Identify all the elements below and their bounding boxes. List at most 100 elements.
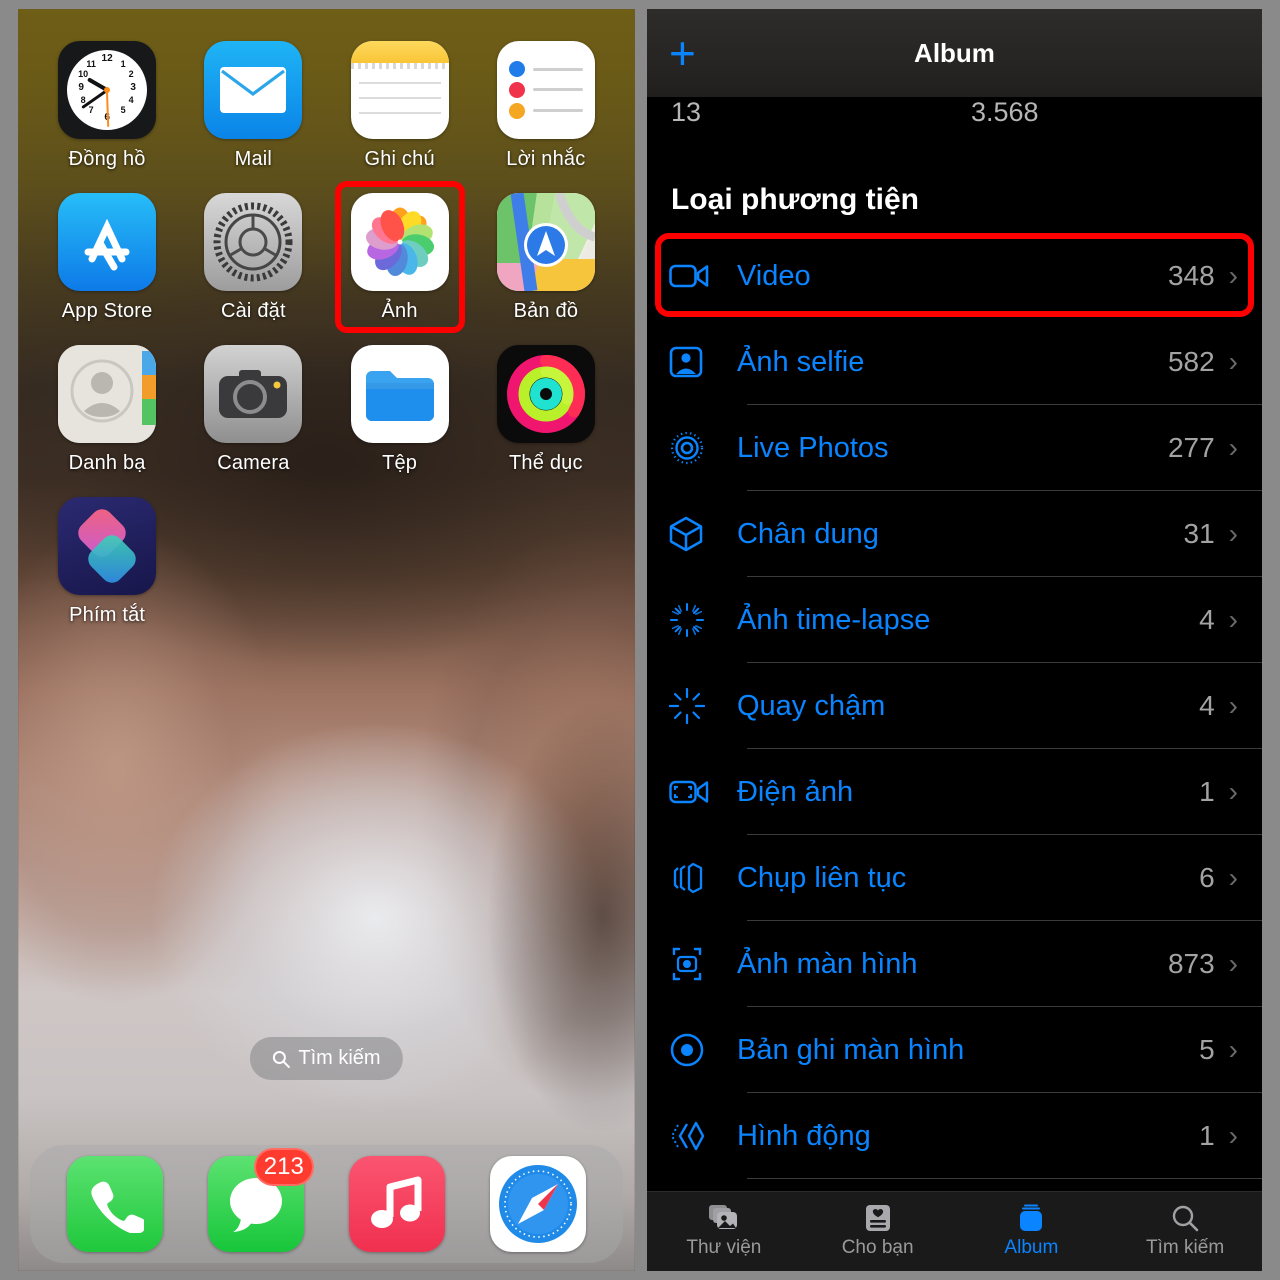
albums-icon — [1020, 1204, 1043, 1231]
add-album-button[interactable]: + — [669, 30, 696, 76]
media-type-row-slomo[interactable]: Quay chậm 4 › — [647, 663, 1262, 749]
partial-count-left: 13 — [670, 97, 702, 127]
mail-icon — [204, 41, 303, 139]
media-type-row-screen-recordings[interactable]: Bản ghi màn hình 5 › — [647, 1007, 1262, 1093]
media-type-label: Live Photos — [736, 431, 889, 464]
screen-recording-icon — [669, 1032, 725, 1068]
album-scroll-area[interactable]: 13 3.568 Loại phương tiện Video 348 › Ản… — [646, 97, 1262, 1191]
music-note-icon — [349, 1156, 446, 1252]
app-label: Bản đồ — [513, 300, 579, 322]
tab-label: Thư viện — [686, 1237, 762, 1258]
tab-library[interactable]: Thư viện — [647, 1192, 801, 1271]
media-type-count: 1 — [1199, 776, 1215, 807]
media-type-label: Quay chậm — [736, 689, 886, 722]
app-contacts[interactable]: Danh bạ — [34, 345, 180, 475]
chevron-right-icon: › — [1228, 1034, 1238, 1065]
video-row-wrapper: Video 348 › — [647, 233, 1262, 319]
app-fitness[interactable]: Thể dục — [473, 345, 619, 475]
media-type-label: Điện ảnh — [736, 775, 854, 808]
media-type-count: 31 — [1183, 518, 1215, 549]
maps-icon — [496, 193, 595, 291]
contacts-icon — [58, 345, 157, 443]
chevron-right-icon: › — [1228, 776, 1238, 807]
portrait-cube-icon — [669, 516, 725, 552]
media-type-count: 5 — [1199, 1034, 1215, 1065]
media-type-label: Chân dung — [736, 517, 879, 550]
app-camera[interactable]: Camera — [180, 345, 326, 475]
photos-app-screen: + Album 13 3.568 Loại phương tiện Video … — [646, 9, 1262, 1271]
app-label: Đồng hồ — [68, 148, 146, 170]
files-folder-icon — [350, 345, 449, 443]
media-type-row-timelapse[interactable]: Ảnh time-lapse 4 › — [647, 577, 1262, 663]
selfie-person-icon — [669, 345, 725, 379]
media-type-label: Ảnh time-lapse — [736, 603, 931, 636]
media-type-row-live-photos[interactable]: Live Photos 277 › — [647, 405, 1262, 491]
media-type-row-video[interactable]: Video 348 › — [647, 233, 1262, 319]
app-clock[interactable]: 12 9 3 6 11 1 10 2 8 4 7 5 — [34, 41, 180, 171]
tab-label: Album — [1004, 1237, 1059, 1258]
media-type-row-selfie[interactable]: Ảnh selfie 582 › — [647, 319, 1262, 405]
media-type-count: 873 — [1167, 948, 1215, 979]
burst-icon — [669, 860, 725, 896]
app-label: Thể dục — [509, 452, 583, 474]
slow-motion-icon — [668, 688, 725, 724]
app-notes[interactable]: Ghi chú — [326, 41, 472, 171]
media-type-row-screenshots[interactable]: Ảnh màn hình 873 › — [647, 921, 1262, 1007]
media-type-label: Ảnh selfie — [736, 345, 865, 378]
dock-safari[interactable] — [490, 1156, 587, 1252]
photos-nav-bar: + Album — [646, 9, 1262, 97]
app-store-icon — [58, 193, 157, 291]
live-photo-icon — [669, 430, 725, 466]
chevron-right-icon: › — [1228, 518, 1238, 549]
media-type-row-burst[interactable]: Chụp liên tục 6 › — [647, 835, 1262, 921]
search-icon — [1172, 1205, 1199, 1232]
app-reminders[interactable]: Lời nhắc — [473, 41, 619, 171]
app-label: Tệp — [382, 452, 418, 474]
app-mail[interactable]: Mail — [180, 41, 326, 171]
timelapse-icon — [669, 602, 725, 638]
app-label: Danh bạ — [68, 452, 146, 474]
app-label: Cài đặt — [220, 300, 286, 322]
phone-icon — [66, 1156, 163, 1252]
media-type-count: 1 — [1199, 1120, 1215, 1151]
app-label: Ảnh — [381, 300, 418, 322]
safari-compass-icon — [490, 1156, 587, 1252]
screenshot-icon — [669, 946, 725, 982]
search-icon — [273, 1050, 291, 1068]
iphone-home-screen: 12 9 3 6 11 1 10 2 8 4 7 5 — [18, 9, 635, 1271]
app-label: Phím tắt — [69, 604, 146, 626]
notes-icon — [350, 41, 449, 139]
camera-icon — [204, 345, 303, 443]
media-type-row-portrait[interactable]: Chân dung 31 › — [647, 491, 1262, 577]
chevron-right-icon: › — [1228, 948, 1238, 979]
media-type-label: Hình động — [736, 1119, 871, 1152]
chevron-right-icon: › — [1228, 1120, 1238, 1151]
tab-label: Cho bạn — [841, 1237, 914, 1258]
dock-phone[interactable] — [66, 1156, 163, 1252]
app-appstore[interactable]: App Store — [34, 193, 180, 323]
media-type-count: 277 — [1167, 432, 1215, 463]
media-type-row-animated[interactable]: Hình động 1 › — [647, 1093, 1262, 1179]
media-type-label: Chụp liên tục — [736, 861, 907, 894]
app-shortcuts[interactable]: Phím tắt — [34, 497, 180, 627]
media-type-label: Ảnh màn hình — [736, 947, 918, 980]
app-maps[interactable]: Bản đồ — [473, 193, 619, 323]
home-search-pill[interactable]: Tìm kiếm — [250, 1037, 403, 1080]
app-settings[interactable]: Cài đặt — [180, 193, 326, 323]
dock-messages[interactable]: 213 — [207, 1148, 314, 1252]
chevron-right-icon: › — [1228, 346, 1238, 377]
app-photos[interactable]: Ảnh — [326, 193, 472, 323]
home-dock: 213 — [30, 1145, 623, 1263]
chevron-right-icon: › — [1228, 862, 1238, 893]
media-type-count: 348 — [1167, 260, 1215, 291]
screenshot-root: 12 9 3 6 11 1 10 2 8 4 7 5 — [0, 0, 1280, 1280]
media-type-row-cinematic[interactable]: Điện ảnh 1 › — [647, 749, 1262, 835]
tab-albums[interactable]: Album — [954, 1192, 1108, 1271]
app-label: Ghi chú — [364, 148, 435, 170]
dock-music[interactable] — [349, 1156, 446, 1252]
app-files[interactable]: Tệp — [326, 345, 472, 475]
tab-search[interactable]: Tìm kiếm — [1108, 1192, 1262, 1271]
animated-icon — [669, 1118, 725, 1154]
tab-for-you[interactable]: Cho bạn — [801, 1192, 955, 1271]
fitness-rings-icon — [496, 345, 595, 443]
